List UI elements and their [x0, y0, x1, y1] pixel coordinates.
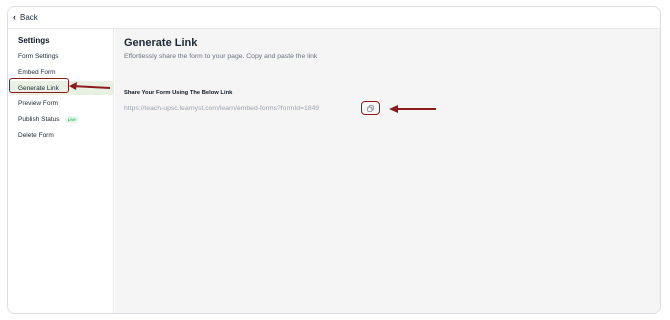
arrow-left-icon — [69, 82, 111, 90]
sidebar-item-label: Preview Form — [18, 99, 59, 107]
back-label: Back — [20, 13, 38, 22]
generate-link-highlight — [9, 78, 69, 93]
sidebar-item-label: Embed Form — [18, 68, 56, 76]
back-button[interactable]: ‹ Back — [13, 12, 38, 23]
main-content: Generate Link Effortlessly share the for… — [115, 29, 660, 313]
app-frame: ‹ Back Settings Form Settings Embed Form… — [7, 6, 661, 314]
arrow-left-icon — [389, 105, 436, 113]
chevron-left-icon: ‹ — [13, 12, 16, 22]
share-label: Share Your Form Using The Below Link — [124, 90, 233, 96]
sidebar-item-label: Publish Status — [18, 115, 60, 123]
copy-icon — [367, 104, 374, 112]
page-title: Generate Link — [124, 37, 198, 49]
sidebar-item-label: Form Settings — [18, 52, 59, 60]
sidebar-item-publish-status[interactable]: Publish Status Live — [10, 112, 114, 126]
sidebar-title: Settings — [18, 36, 50, 45]
sidebar-item-form-settings[interactable]: Form Settings — [10, 49, 114, 63]
page-subtitle: Effortlessly share the form to your page… — [124, 53, 318, 60]
sidebar-item-delete-form[interactable]: Delete Form — [10, 128, 114, 142]
sidebar-item-label: Delete Form — [18, 131, 54, 139]
sidebar-item-preview-form[interactable]: Preview Form — [10, 96, 114, 110]
status-badge: Live — [64, 115, 79, 123]
top-bar: ‹ Back — [8, 7, 660, 29]
share-link[interactable]: https://teach-upsc.learnyst.com/learn/em… — [124, 105, 319, 112]
copy-link-button[interactable] — [361, 101, 380, 115]
sidebar-item-embed-form[interactable]: Embed Form — [10, 65, 114, 79]
settings-sidebar: Settings Form Settings Embed Form Genera… — [8, 29, 114, 313]
